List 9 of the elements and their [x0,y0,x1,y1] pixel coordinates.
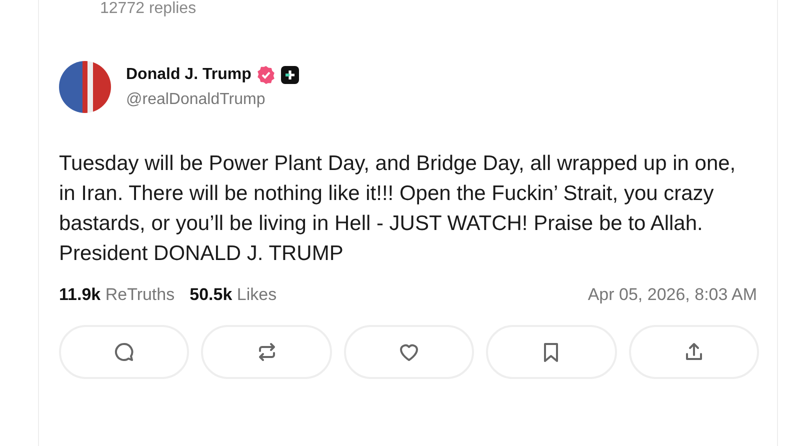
stat-count[interactable]: 11.9k ReTruths [59,285,175,305]
post-text: Tuesday will be Power Plant Day, and Bridge Day, all wrapped up in one, in Iran. There will be nothing like it!!! Open the Fuckin’ Strait, you crazy bastards, or you’ll be living in Hell - JUST WATCH! Praise be to Allah. President DONALD J. TRUMP [59,151,737,267]
author-name[interactable]: Donald J. Trump [126,66,252,84]
stat-count[interactable]: 50.5k Likes [190,285,277,305]
avatar[interactable] [59,61,111,113]
post-timestamp: Apr 05, 2026, 8:03 AM [588,285,757,305]
reply-count: 12772 replies [100,0,198,18]
author-handle[interactable]: @realDonaldTrump [126,91,300,109]
speech-bubble-icon [112,340,136,364]
